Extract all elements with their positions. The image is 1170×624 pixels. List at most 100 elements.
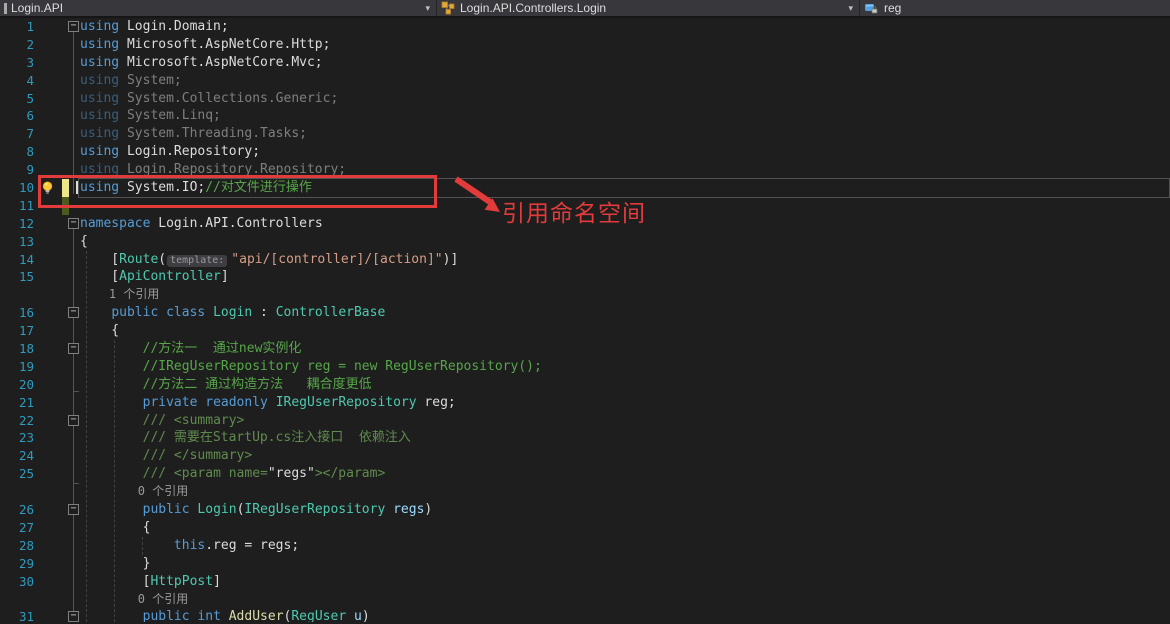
line-number[interactable]: 4	[0, 72, 34, 90]
line-number[interactable]: 20	[0, 376, 34, 394]
line-number[interactable]: 8	[0, 143, 34, 161]
project-dropdown[interactable]: Login.API ▾	[0, 0, 437, 16]
code-line[interactable]: 31 − public int AddUser(RegUser u)	[0, 608, 1170, 622]
collapse-icon[interactable]: −	[68, 343, 79, 355]
code-line[interactable]: 22 − /// <summary>	[0, 412, 1170, 430]
code-line[interactable]: 19 //IRegUserRepository reg = new RegUse…	[0, 358, 1170, 376]
code-line[interactable]: 25 /// <param name="regs"></param>	[0, 465, 1170, 483]
collapse-icon[interactable]: −	[68, 307, 79, 319]
code-line[interactable]: 26 − public Login(IRegUserRepository regs…	[0, 501, 1170, 519]
code-line[interactable]: 14 [Route(template: "api/[controller]/[ac…	[0, 251, 1170, 269]
line-number[interactable]: 26	[0, 501, 34, 519]
line-number[interactable]: 14	[0, 251, 34, 269]
code-token: IRegUserRepository	[275, 394, 417, 410]
code-text: namespace Login.API.Controllers	[80, 215, 323, 233]
indent-guide	[86, 251, 87, 622]
line-number[interactable]: 23	[0, 429, 34, 447]
code-token: System;	[119, 72, 182, 88]
collapse-icon[interactable]: −	[68, 504, 79, 516]
code-token: Microsoft.AspNetCore.Http;	[119, 36, 331, 52]
line-number[interactable]: 24	[0, 447, 34, 465]
code-line[interactable]: 18 − //方法一 通过new实例化	[0, 340, 1170, 358]
code-line[interactable]: 2 using Microsoft.AspNetCore.Http;	[0, 36, 1170, 54]
line-number[interactable]: 27	[0, 519, 34, 537]
code-line[interactable]: 27 {	[0, 519, 1170, 537]
line-number[interactable]: 19	[0, 358, 34, 376]
code-line[interactable]: 4 using System;	[0, 72, 1170, 90]
code-line[interactable]: 30 [HttpPost]	[0, 573, 1170, 591]
codelens-text[interactable]: 0 个引用	[80, 591, 188, 609]
line-number[interactable]: 16	[0, 304, 34, 322]
collapse-icon[interactable]: −	[68, 21, 79, 32]
codelens-row[interactable]: 1 个引用	[0, 286, 1170, 304]
line-number[interactable]: 28	[0, 537, 34, 555]
line-number[interactable]: 10	[0, 179, 34, 197]
line-number[interactable]: 29	[0, 555, 34, 573]
line-number[interactable]: 31	[0, 608, 34, 622]
collapse-icon[interactable]: −	[68, 414, 79, 426]
code-line[interactable]: 1 − using Login.Domain;	[0, 18, 1170, 36]
code-line[interactable]: 3 using Microsoft.AspNetCore.Mvc;	[0, 54, 1170, 72]
line-number[interactable]: 30	[0, 573, 34, 591]
line-number[interactable]: 1	[0, 18, 34, 36]
code-token: HttpPost	[150, 573, 214, 589]
code-line[interactable]: 17 {	[0, 322, 1170, 340]
code-token: using	[80, 108, 120, 124]
code-token: }	[80, 555, 151, 571]
code-line[interactable]: 7 using System.Threading.Tasks;	[0, 125, 1170, 143]
code-line[interactable]: 20 //方法二 通过构造方法 耦合度更低	[0, 376, 1170, 394]
line-number[interactable]: 2	[0, 36, 34, 54]
code-line[interactable]: 6 using System.Linq;	[0, 107, 1170, 125]
code-token: "regs"	[267, 466, 315, 482]
code-line[interactable]: 23 /// 需要在StartUp.cs注入接口 依赖注入	[0, 429, 1170, 447]
line-number[interactable]: 17	[0, 322, 34, 340]
line-number[interactable]: 9	[0, 161, 34, 179]
line-number[interactable]: 13	[0, 233, 34, 251]
code-token: using	[80, 54, 120, 70]
line-number[interactable]: 11	[0, 197, 34, 215]
code-token: AddUser	[228, 609, 284, 622]
member-dropdown[interactable]: reg	[860, 0, 1170, 16]
line-number[interactable]: 21	[0, 394, 34, 412]
codelens-row[interactable]: 0 个引用	[0, 591, 1170, 609]
code-line[interactable]: 21 private readonly IRegUserRepository r…	[0, 394, 1170, 412]
line-number[interactable]: 6	[0, 107, 34, 125]
code-line[interactable]: 28 this.reg = regs;	[0, 537, 1170, 555]
code-line[interactable]: 8 using Login.Repository;	[0, 143, 1170, 161]
code-line[interactable]: 5 using System.Collections.Generic;	[0, 90, 1170, 108]
codelens-text[interactable]: 1 个引用	[80, 286, 159, 304]
codelens-text[interactable]: 0 个引用	[80, 483, 188, 501]
collapse-icon[interactable]: −	[68, 217, 79, 229]
code-line[interactable]: 16 − public class Login : ControllerBase	[0, 304, 1170, 322]
line-number[interactable]: 5	[0, 90, 34, 108]
code-token: 0 个引用	[80, 591, 189, 606]
code-token: (	[158, 251, 167, 267]
codelens-row[interactable]: 0 个引用	[0, 483, 1170, 501]
line-number[interactable]: 12	[0, 215, 34, 233]
collapse-icon[interactable]: −	[68, 611, 79, 622]
line-number[interactable]: 22	[0, 412, 34, 430]
line-number[interactable]: 15	[0, 268, 34, 286]
annotation-label: 引用命名空间	[502, 200, 646, 226]
chevron-down-icon[interactable]: ▾	[848, 3, 853, 14]
code-line[interactable]: 29 }	[0, 555, 1170, 573]
code-editor[interactable]: 1− using Login.Domain; 2 using Microsoft.As…	[0, 18, 1170, 622]
line-number[interactable]: 25	[0, 465, 34, 483]
outline-scope-end-tick	[73, 391, 79, 392]
line-number[interactable]: 3	[0, 54, 34, 72]
line-number[interactable]: 18	[0, 340, 34, 358]
line-number[interactable]: 7	[0, 125, 34, 143]
chevron-down-icon[interactable]: ▾	[425, 3, 430, 14]
code-text: /// 需要在StartUp.cs注入接口 依赖注入	[80, 429, 411, 447]
type-dropdown[interactable]: Login.API.Controllers.Login ▾	[437, 0, 860, 16]
code-line[interactable]: 24 /// </summary>	[0, 447, 1170, 465]
indent-guide	[142, 537, 143, 555]
code-line[interactable]: 15 [ApiController]	[0, 268, 1170, 286]
code-line[interactable]: 13 {	[0, 233, 1170, 251]
